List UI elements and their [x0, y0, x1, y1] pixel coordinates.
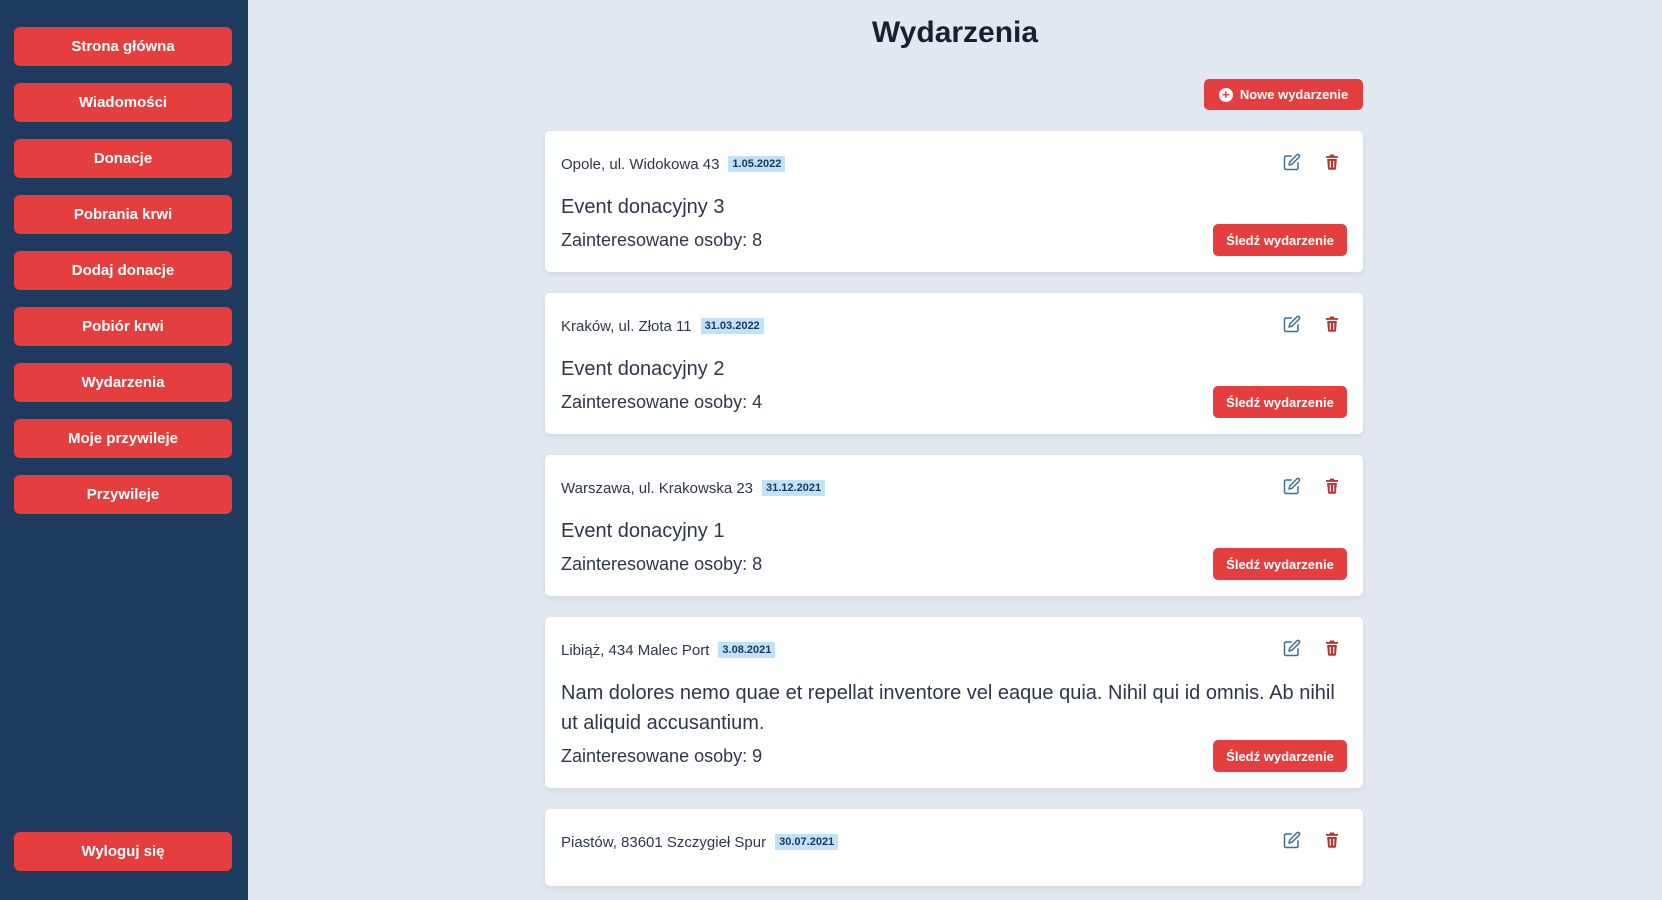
event-interested-count: Zainteresowane osoby: 8 — [561, 229, 763, 250]
sidebar-nav: Strona główna Wiadomości Donacje Pobrani… — [14, 27, 232, 514]
event-location: Libiąż, 434 Malec Port — [561, 641, 710, 659]
follow-event-button[interactable]: Śledź wydarzenie — [1213, 224, 1347, 256]
nav-wiadomosci[interactable]: Wiadomości — [14, 83, 232, 122]
event-date-badge: 31.12.2021 — [762, 480, 826, 496]
events-list: Opole, ul. Widokowa 43 1.05.2022 Event d… — [545, 131, 1363, 900]
event-actions — [1283, 153, 1341, 171]
nav-dodaj-donacje[interactable]: Dodaj donacje — [14, 251, 232, 290]
new-event-label: Nowe wydarzenie — [1239, 87, 1349, 102]
event-header: Opole, ul. Widokowa 43 1.05.2022 — [561, 153, 1347, 175]
nav-pobior-krwi[interactable]: Pobiór krwi — [14, 307, 232, 346]
event-interested-count: Zainteresowane osoby: 4 — [561, 391, 763, 412]
trash-icon[interactable] — [1323, 315, 1341, 333]
event-location: Warszawa, ul. Krakowska 23 — [561, 479, 754, 497]
event-location: Opole, ul. Widokowa 43 — [561, 155, 720, 173]
nav-strona-glowna[interactable]: Strona główna — [14, 27, 232, 66]
event-name: Event donacyjny 1 — [561, 520, 725, 542]
edit-icon[interactable] — [1283, 315, 1301, 333]
edit-icon[interactable] — [1283, 639, 1301, 657]
event-name: Event donacyjny 2 — [561, 358, 725, 380]
event-date-badge: 3.08.2021 — [718, 642, 776, 658]
follow-event-button[interactable]: Śledź wydarzenie — [1213, 548, 1347, 580]
event-card: Piastów, 83601 Szczygieł Spur 30.07.2021 — [545, 809, 1363, 886]
nav-wydarzenia[interactable]: Wydarzenia — [14, 363, 232, 402]
event-name: Event donacyjny 3 — [561, 196, 725, 218]
event-actions — [1283, 477, 1341, 495]
nav-moje-przywileje[interactable]: Moje przywileje — [14, 419, 232, 458]
event-footer: Zainteresowane osoby: 4 Śledź wydarzenie — [561, 386, 1347, 418]
edit-icon[interactable] — [1283, 477, 1301, 495]
event-header: Kraków, ul. Złota 11 31.03.2022 — [561, 315, 1347, 337]
event-card: Kraków, ul. Złota 11 31.03.2022 Event do… — [545, 293, 1363, 434]
nav-przywileje[interactable]: Przywileje — [14, 475, 232, 514]
event-date-badge: 1.05.2022 — [728, 156, 786, 172]
event-header: Piastów, 83601 Szczygieł Spur 30.07.2021 — [561, 831, 1347, 853]
plus-circle-icon: + — [1218, 87, 1233, 102]
follow-event-button[interactable]: Śledź wydarzenie — [1213, 740, 1347, 772]
trash-icon[interactable] — [1323, 153, 1341, 171]
trash-icon[interactable] — [1323, 477, 1341, 495]
event-header: Libiąż, 434 Malec Port 3.08.2021 — [561, 639, 1347, 661]
event-name: Nam dolores nemo quae et repellat invent… — [561, 682, 1335, 734]
edit-icon[interactable] — [1283, 153, 1301, 171]
trash-icon[interactable] — [1323, 639, 1341, 657]
main-content: Wydarzenia + Nowe wydarzenie Opole, ul. … — [248, 0, 1662, 900]
event-footer: Zainteresowane osoby: 8 Śledź wydarzenie — [561, 224, 1347, 256]
trash-icon[interactable] — [1323, 831, 1341, 849]
event-footer: Zainteresowane osoby: 9 Śledź wydarzenie — [561, 740, 1347, 772]
sidebar: Strona główna Wiadomości Donacje Pobrani… — [0, 0, 248, 900]
event-header: Warszawa, ul. Krakowska 23 31.12.2021 — [561, 477, 1347, 499]
follow-event-button[interactable]: Śledź wydarzenie — [1213, 386, 1347, 418]
event-date-badge: 30.07.2021 — [775, 834, 839, 850]
event-card: Warszawa, ul. Krakowska 23 31.12.2021 Ev… — [545, 455, 1363, 596]
event-interested-count: Zainteresowane osoby: 8 — [561, 553, 763, 574]
logout-button[interactable]: Wyloguj się — [14, 832, 232, 871]
event-location: Piastów, 83601 Szczygieł Spur — [561, 833, 767, 851]
event-interested-count: Zainteresowane osoby: 9 — [561, 745, 763, 766]
nav-donacje[interactable]: Donacje — [14, 139, 232, 178]
event-location: Kraków, ul. Złota 11 — [561, 317, 692, 335]
event-card: Opole, ul. Widokowa 43 1.05.2022 Event d… — [545, 131, 1363, 272]
event-date-badge: 31.03.2022 — [700, 318, 764, 334]
app: Strona główna Wiadomości Donacje Pobrani… — [0, 0, 1662, 900]
nav-pobrania-krwi[interactable]: Pobrania krwi — [14, 195, 232, 234]
event-actions — [1283, 315, 1341, 333]
event-footer: Zainteresowane osoby: 8 Śledź wydarzenie — [561, 548, 1347, 580]
event-card: Libiąż, 434 Malec Port 3.08.2021 Nam dol… — [545, 617, 1363, 788]
page-title: Wydarzenia — [871, 16, 1039, 49]
event-actions — [1283, 831, 1341, 849]
event-actions — [1283, 639, 1341, 657]
new-event-button[interactable]: + Nowe wydarzenie — [1204, 79, 1363, 110]
edit-icon[interactable] — [1283, 831, 1301, 849]
